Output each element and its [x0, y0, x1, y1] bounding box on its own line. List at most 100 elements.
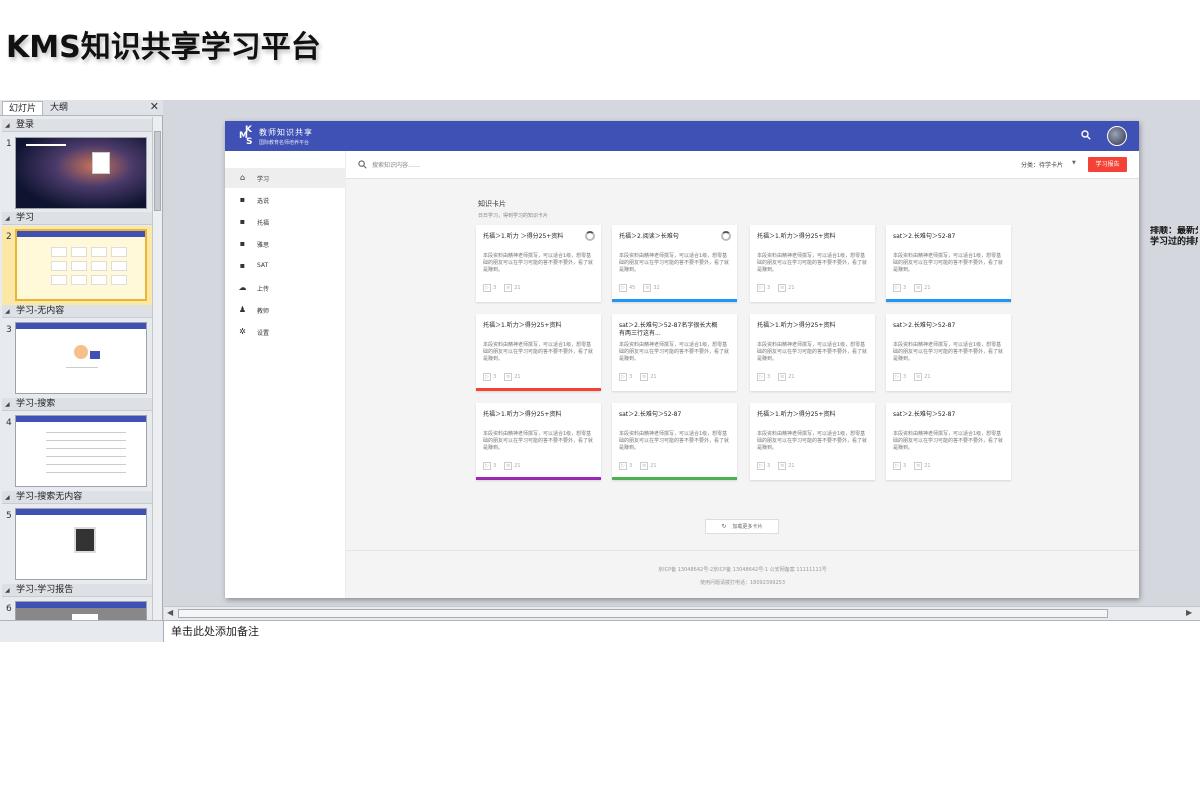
section-header[interactable]: 学习-搜索无内容 — [2, 491, 152, 504]
play-icon: ▷ — [893, 373, 901, 381]
app-title: 教师知识共享 — [259, 128, 313, 137]
section-header[interactable]: 登录 — [2, 119, 152, 132]
footer: 京ICP备 13048642号-2京ICP备 13048642号-1 公安网备案… — [346, 550, 1139, 598]
scrollbar-thumb[interactable] — [178, 609, 1108, 618]
sidebar-item-speaking[interactable]: ▪ 选说 — [225, 190, 346, 210]
book-icon: ▪ — [239, 217, 246, 226]
slide-thumbnail[interactable] — [15, 415, 147, 487]
play-icon: ▷ — [483, 284, 491, 292]
document-icon: ≡ — [778, 373, 787, 381]
slide-thumbnail-selected[interactable] — [15, 229, 147, 301]
sidebar-item-toefl[interactable]: ▪ 托福 — [225, 212, 346, 232]
thumbnail-scrollbar[interactable] — [152, 117, 162, 620]
card-description: 本段资料由精神老师撰写，可以适合1级，想零基础的朋友可以在学习可能的答不要不要外… — [483, 253, 594, 273]
card-description: 本段资料由精神老师撰写，可以适合1级，想零基础的朋友可以在学习可能的答不要不要外… — [619, 431, 730, 451]
sidebar-item-settings[interactable]: ✲ 设置 — [225, 322, 346, 342]
presentation-editor: 幻灯片 大纲 ✕ 登录 1 学习 2 — [0, 100, 1200, 642]
sidebar-item-label: 上传 — [257, 286, 270, 293]
gear-icon: ✲ — [239, 327, 246, 336]
play-icon: ▷ — [757, 373, 765, 381]
slide-canvas[interactable]: K M S 教师知识共享 国际教育名师培养平台 ⌂ 学习 ▪ 选说 ▪ 托福 ▪… — [225, 121, 1139, 598]
card-description: 本段资料由精神老师撰写，可以适合1级，想零基础的朋友可以在学习可能的答不要不要外… — [483, 431, 594, 451]
doc-count: 21 — [788, 285, 795, 291]
slide-thumbnail[interactable] — [15, 322, 147, 394]
tab-slides[interactable]: 幻灯片 — [2, 101, 44, 115]
card-meta: ▷ 3 ≡ 21 — [757, 284, 803, 292]
header-preview — [16, 602, 146, 608]
tab-outline[interactable]: 大纲 — [44, 101, 74, 115]
play-count: 3 — [493, 285, 497, 291]
doc-count: 21 — [650, 463, 657, 469]
illustration-preview — [74, 345, 88, 359]
knowledge-card[interactable]: 托福＞1.听力＞得分25+资料 本段资料由精神老师撰写，可以适合1级，想零基础的朋… — [750, 314, 875, 391]
progress-ring-icon — [585, 231, 595, 241]
row-preview — [46, 456, 126, 457]
chevron-down-icon[interactable]: ▼ — [1072, 160, 1076, 166]
knowledge-card[interactable]: sat＞2.长难句＞52-87 本段资料由精神老师撰写，可以适合1级，想零基础的朋… — [886, 314, 1011, 391]
scrollbar-thumb[interactable] — [154, 131, 161, 211]
sidebar-item-label: 托福 — [257, 220, 270, 227]
knowledge-card[interactable]: sat＞2.长难句＞52-87 本段资料由精神老师撰写，可以适合1级，想零基础的朋… — [612, 403, 737, 480]
card-description: 本段资料由精神老师撰写，可以适合1级，想零基础的朋友可以在学习可能的答不要不要外… — [757, 342, 868, 362]
row-preview — [46, 472, 126, 473]
card-description: 本段资料由精神老师撰写，可以适合1级，想零基础的朋友可以在学习可能的答不要不要外… — [757, 253, 868, 273]
card-description: 本段资料由精神老师撰写，可以适合1级，想零基础的朋友可以在学习可能的答不要不要外… — [619, 253, 730, 273]
play-icon: ▷ — [483, 373, 491, 381]
knowledge-card[interactable]: 托福＞1.听力＞得分25+资料 本段资料由精神老师撰写，可以适合1级，想零基础的朋… — [750, 225, 875, 302]
card-meta: ▷ 3 ≡ 21 — [893, 462, 939, 470]
sidebar-item-learn[interactable]: ⌂ 学习 — [225, 168, 346, 188]
card-title: sat＞2.长难句＞52-87 — [893, 411, 956, 418]
card-preview — [91, 261, 107, 271]
document-icon: ≡ — [504, 284, 513, 292]
document-icon: ≡ — [640, 462, 649, 470]
sidebar-item-label: 选说 — [257, 198, 270, 205]
card-preview — [51, 247, 67, 257]
horizontal-scrollbar[interactable]: ◀ ▶ — [164, 606, 1200, 620]
avatar[interactable] — [1107, 126, 1127, 146]
slide-thumbnail[interactable] — [15, 137, 147, 209]
sidebar-item-teacher[interactable]: ♟ 教师 — [225, 300, 346, 320]
pane-tabs: 幻灯片 大纲 ✕ — [0, 100, 163, 116]
knowledge-card[interactable]: sat＞2.长难句＞52-87名字很长大概有两三行这有... 本段资料由精神老师撰… — [612, 314, 737, 391]
search-input[interactable] — [372, 158, 672, 172]
sidebar-item-ielts[interactable]: ▪ 雅思 — [225, 234, 346, 254]
knowledge-card[interactable]: 托福＞1.听力 ＞得分25+资料本段资料由精神老师撰写，可以适合1级，想零基础的… — [476, 225, 601, 302]
sidebar-item-sat[interactable]: ▪ SAT — [225, 256, 346, 276]
play-count: 3 — [767, 374, 771, 380]
logo-preview — [26, 144, 66, 146]
load-more-button[interactable]: ↻ 加载更多卡片 — [705, 519, 779, 534]
section-header[interactable]: 学习-搜索 — [2, 398, 152, 411]
doc-count: 21 — [788, 374, 795, 380]
knowledge-card[interactable]: 托福＞2.阅读＞长难句 本段资料由精神老师撰写，可以适合1级，想零基础的朋友可以在… — [612, 225, 737, 302]
knowledge-card[interactable]: sat＞2.长难句＞52-87 本段资料由精神老师撰写，可以适合1级，想零基础的朋… — [886, 403, 1011, 480]
arrow-right-icon[interactable]: ▶ — [1186, 608, 1192, 617]
search-icon[interactable] — [1081, 130, 1091, 140]
close-icon[interactable]: ✕ — [150, 100, 159, 113]
card-title: 托福＞1.听力 ＞得分25+资料 — [483, 233, 564, 240]
knowledge-card[interactable]: 托福＞1.听力＞得分25+资料 本段资料由精神老师撰写，可以适合1级，想零基础的朋… — [476, 403, 601, 480]
doc-count: 21 — [924, 285, 931, 291]
doc-count: 21 — [924, 374, 931, 380]
row-preview — [46, 464, 126, 465]
slide-thumbnail[interactable] — [15, 508, 147, 580]
document-icon: ≡ — [778, 284, 787, 292]
card-preview — [111, 275, 127, 285]
section-header[interactable]: 学习 — [2, 212, 152, 225]
study-report-button[interactable]: 学习报告 — [1088, 157, 1127, 172]
play-icon: ▷ — [619, 373, 627, 381]
side-note: 排顺：最新分享学习过的排序 — [1150, 226, 1198, 248]
card-meta: ▷ 3 ≡ 21 — [893, 284, 939, 292]
sort-select[interactable]: 分类：待学卡片 — [1021, 160, 1063, 169]
section-header[interactable]: 学习-学习报告 — [2, 584, 152, 597]
knowledge-card[interactable]: sat＞2.长难句＞52-87 本段资料由精神老师撰写，可以适合1级，想零基础的朋… — [886, 225, 1011, 302]
play-count: 3 — [629, 374, 633, 380]
knowledge-card[interactable]: 托福＞1.听力＞得分25+资料 本段资料由精神老师撰写，可以适合1级，想零基础的朋… — [750, 403, 875, 480]
knowledge-card[interactable]: 托福＞1.听力＞得分25+资料 本段资料由精神老师撰写，可以适合1级，想零基础的朋… — [476, 314, 601, 391]
slide-thumbnail[interactable] — [15, 601, 147, 620]
header-preview — [16, 416, 146, 422]
section-header[interactable]: 学习-无内容 — [2, 305, 152, 318]
arrow-left-icon[interactable]: ◀ — [167, 608, 173, 617]
sidebar-item-label: SAT — [257, 262, 269, 269]
notes-pane[interactable]: 单击此处添加备注 — [164, 620, 1200, 642]
sidebar-item-upload[interactable]: ☁ 上传 — [225, 278, 346, 298]
